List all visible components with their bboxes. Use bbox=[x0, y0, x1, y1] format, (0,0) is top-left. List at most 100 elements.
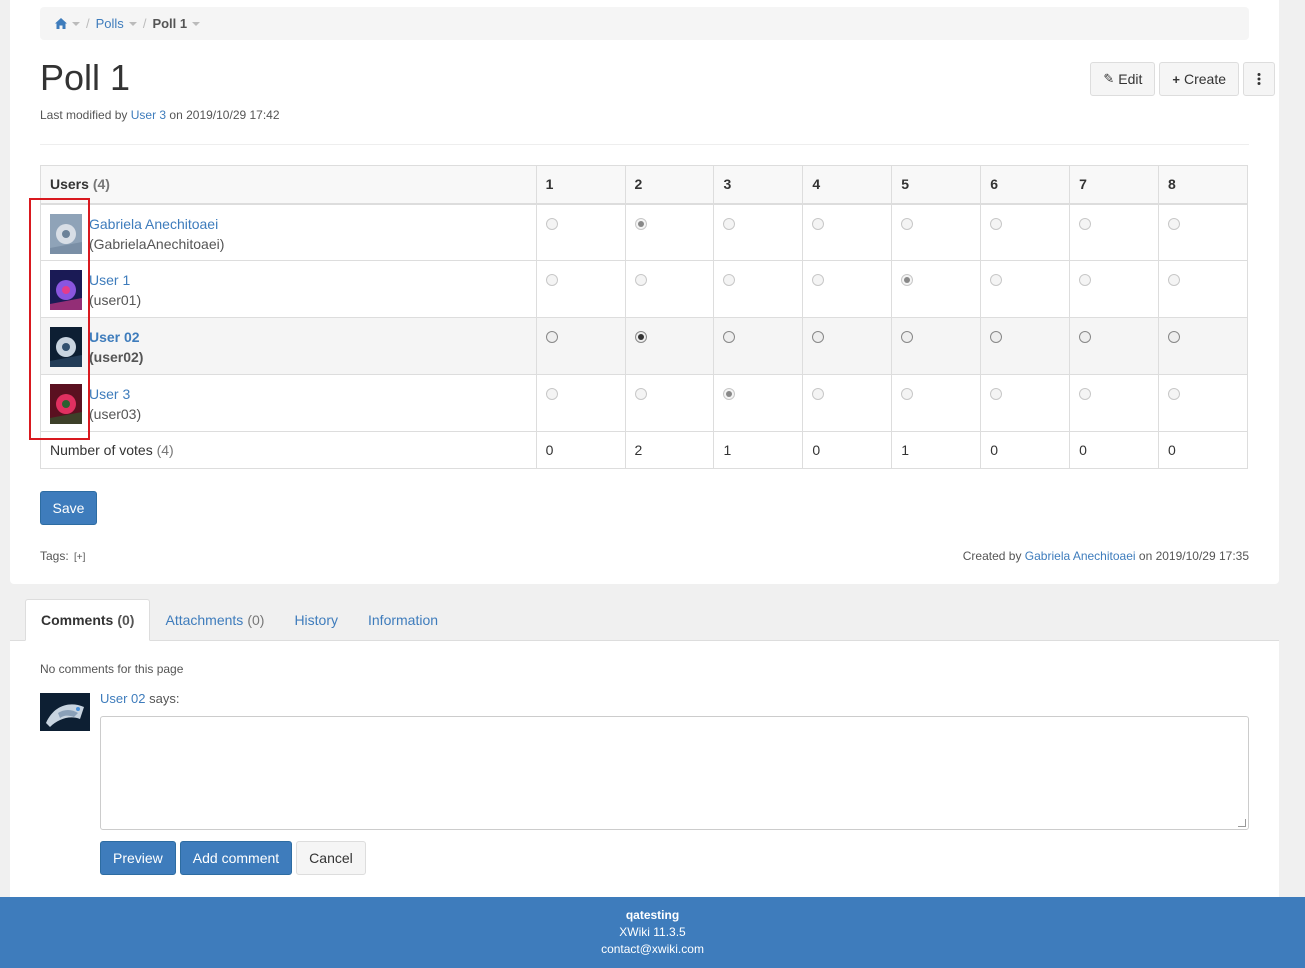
footer-contact[interactable]: contact@xwiki.com bbox=[0, 941, 1305, 958]
tab-comments[interactable]: Comments (0) bbox=[25, 599, 151, 641]
user-name-link[interactable]: User 1 bbox=[89, 272, 130, 288]
option-header: 5 bbox=[891, 165, 982, 205]
vote-radio[interactable] bbox=[1079, 331, 1092, 343]
user-info: Gabriela Anechitoaei (GabrielaAnechitoaei… bbox=[89, 214, 224, 254]
vote-count: 1 bbox=[891, 431, 982, 469]
vote-radio[interactable] bbox=[901, 388, 914, 400]
vote-radio[interactable] bbox=[634, 217, 647, 230]
poll-table: Users (4) 1 2 3 4 5 6 7 8 Gabriela Anech… bbox=[40, 165, 1248, 469]
table-row: User 02 (user02) bbox=[40, 317, 1248, 375]
vote-radio[interactable] bbox=[1168, 274, 1181, 286]
vote-radio[interactable] bbox=[723, 274, 736, 286]
user-id: (user02) bbox=[89, 349, 144, 365]
tab-count: (0) bbox=[247, 612, 265, 628]
vote-radio[interactable] bbox=[545, 388, 558, 400]
vote-radio[interactable] bbox=[545, 274, 558, 286]
cancel-button[interactable]: Cancel bbox=[296, 841, 366, 875]
comments-panel: No comments for this page User 02 says: … bbox=[10, 641, 1279, 897]
vote-radio[interactable] bbox=[990, 388, 1003, 400]
vote-cell bbox=[980, 203, 1071, 261]
plus-icon: + bbox=[1172, 71, 1180, 87]
tab-information[interactable]: Information bbox=[353, 599, 453, 641]
option-header: 3 bbox=[713, 165, 804, 205]
vote-count: 0 bbox=[980, 431, 1071, 469]
create-button[interactable]: + Create bbox=[1159, 62, 1239, 96]
modified-prefix: Last modified by bbox=[40, 108, 128, 122]
vote-radio[interactable] bbox=[723, 388, 736, 400]
avatar[interactable] bbox=[50, 327, 82, 367]
user-name-link[interactable]: User 02 bbox=[89, 329, 140, 345]
vote-count: 0 bbox=[1158, 431, 1248, 469]
vote-radio[interactable] bbox=[901, 217, 914, 230]
users-count: (4) bbox=[92, 176, 110, 193]
chevron-down-icon[interactable] bbox=[192, 21, 201, 26]
user-cell: Gabriela Anechitoaei (GabrielaAnechitoaei… bbox=[40, 203, 537, 261]
comment-user-link[interactable]: User 02 bbox=[100, 691, 146, 706]
more-actions-button[interactable] bbox=[1243, 62, 1275, 96]
vote-cell bbox=[624, 374, 715, 432]
add-comment-button[interactable]: Add comment bbox=[179, 841, 293, 875]
vote-cell bbox=[1069, 317, 1160, 375]
vote-radio[interactable] bbox=[1079, 217, 1092, 230]
vote-cell bbox=[624, 317, 715, 375]
vote-radio[interactable] bbox=[901, 331, 914, 343]
chevron-down-icon[interactable] bbox=[72, 21, 80, 26]
edit-button[interactable]: ✎ Edit bbox=[1090, 62, 1156, 96]
vote-cell bbox=[802, 374, 893, 432]
breadcrumb-separator: / bbox=[142, 16, 147, 31]
vote-radio[interactable] bbox=[634, 274, 647, 286]
comment-textarea[interactable] bbox=[100, 716, 1249, 830]
vote-radio[interactable] bbox=[812, 274, 825, 286]
avatar[interactable] bbox=[50, 270, 82, 310]
vote-radio[interactable] bbox=[1079, 388, 1092, 400]
user-cell: User 1 (user01) bbox=[40, 260, 537, 318]
vote-radio[interactable] bbox=[990, 274, 1003, 286]
vote-radio[interactable] bbox=[990, 217, 1003, 230]
vote-cell bbox=[802, 203, 893, 261]
vote-radio[interactable] bbox=[812, 388, 825, 400]
more-vertical-icon bbox=[1257, 73, 1261, 85]
vote-cell bbox=[1158, 260, 1248, 318]
add-tag-button[interactable]: [+] bbox=[74, 552, 85, 563]
save-button[interactable]: Save bbox=[40, 491, 97, 525]
modified-user-link[interactable]: User 3 bbox=[131, 108, 166, 122]
vote-cell bbox=[891, 374, 982, 432]
vote-radio[interactable] bbox=[545, 331, 558, 343]
user-name-link[interactable]: Gabriela Anechitoaei bbox=[89, 216, 218, 232]
avatar[interactable] bbox=[50, 384, 82, 424]
vote-radio[interactable] bbox=[1168, 331, 1181, 343]
vote-radio[interactable] bbox=[634, 388, 647, 400]
tab-attachments[interactable]: Attachments (0) bbox=[150, 599, 279, 641]
breadcrumb-home[interactable] bbox=[55, 18, 80, 29]
resize-handle-icon[interactable] bbox=[1238, 819, 1246, 827]
avatar bbox=[40, 693, 90, 731]
vote-radio[interactable] bbox=[901, 274, 914, 286]
vote-radio[interactable] bbox=[812, 217, 825, 230]
vote-radio[interactable] bbox=[812, 331, 825, 343]
vote-count: 2 bbox=[624, 431, 715, 469]
vote-radio[interactable] bbox=[545, 217, 558, 230]
user-info: User 02 (user02) bbox=[89, 327, 143, 367]
vote-radio[interactable] bbox=[1168, 388, 1181, 400]
chevron-down-icon[interactable] bbox=[128, 21, 137, 26]
vote-radio[interactable] bbox=[1168, 217, 1181, 230]
vote-cell bbox=[535, 203, 626, 261]
tab-history[interactable]: History bbox=[279, 599, 353, 641]
breadcrumb-current[interactable]: Poll 1 bbox=[152, 16, 201, 31]
vote-radio[interactable] bbox=[1079, 274, 1092, 286]
vote-cell bbox=[713, 317, 804, 375]
preview-button[interactable]: Preview bbox=[100, 841, 176, 875]
breadcrumb-polls-link[interactable]: Polls bbox=[96, 16, 124, 31]
vote-cell bbox=[1069, 203, 1160, 261]
option-header: 6 bbox=[980, 165, 1071, 205]
user-name-link[interactable]: User 3 bbox=[89, 386, 130, 402]
vote-cell bbox=[802, 260, 893, 318]
vote-radio[interactable] bbox=[723, 217, 736, 230]
breadcrumb-polls[interactable]: Polls bbox=[96, 16, 137, 31]
vote-radio[interactable] bbox=[634, 331, 647, 343]
vote-radio[interactable] bbox=[990, 331, 1003, 343]
created-prefix: Created by bbox=[962, 549, 1022, 563]
avatar[interactable] bbox=[50, 213, 82, 254]
created-user-link[interactable]: Gabriela Anechitoaei bbox=[1025, 549, 1136, 563]
vote-radio[interactable] bbox=[723, 331, 736, 343]
